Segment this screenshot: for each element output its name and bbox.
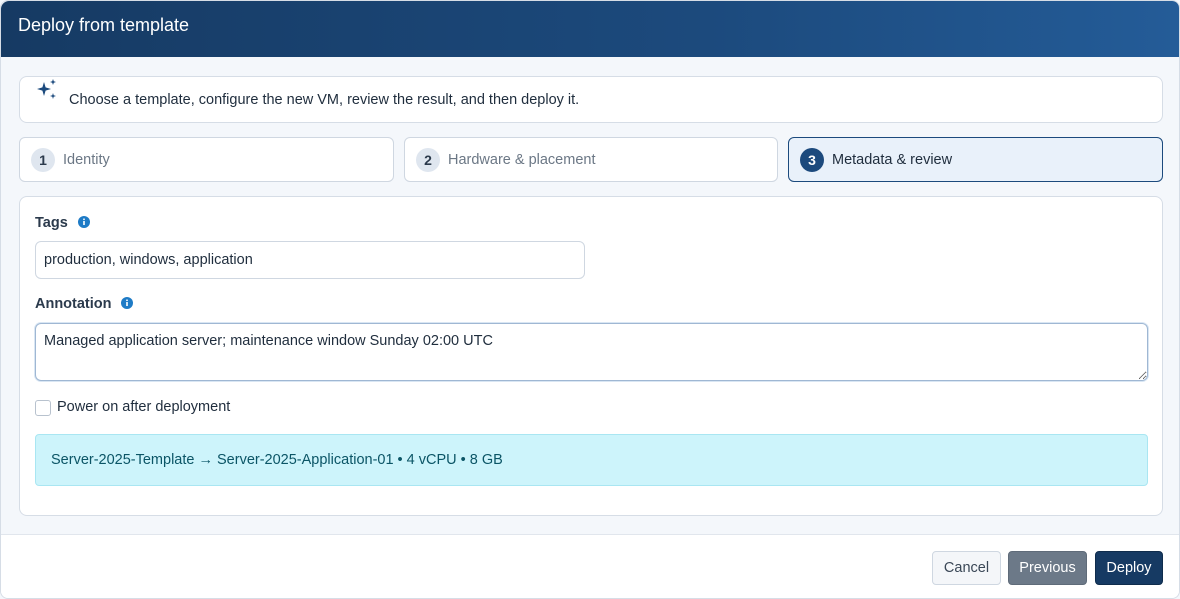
sparkles-icon [37, 79, 56, 99]
metadata-form: Tags Annotation Managed application serv… [19, 196, 1163, 516]
step-number: 2 [416, 148, 440, 172]
step-label: Identity [63, 152, 110, 168]
step-number: 3 [800, 148, 824, 172]
power-on-label[interactable]: Power on after deployment [57, 399, 230, 415]
deployment-summary: Server-2025-Template → Server-2025-Appli… [35, 434, 1148, 486]
step-metadata-review[interactable]: 3 Metadata & review [788, 137, 1163, 182]
dialog-title: Deploy from template [18, 15, 190, 35]
cancel-button[interactable]: Cancel [932, 551, 1001, 585]
previous-button[interactable]: Previous [1008, 551, 1087, 585]
annotation-textarea[interactable]: Managed application server; maintenance … [35, 323, 1148, 381]
dialog-header: Deploy from template [1, 1, 1179, 57]
deploy-dialog: Deploy from template Choose a template, … [0, 0, 1180, 599]
step-number: 1 [31, 148, 55, 172]
dialog-footer: Cancel Previous Deploy [1, 534, 1179, 598]
intro-banner: Choose a template, configure the new VM,… [19, 76, 1163, 123]
summary-text: Server-2025-Template → Server-2025-Appli… [51, 452, 503, 468]
power-on-checkbox[interactable] [35, 400, 51, 416]
tags-input[interactable] [35, 241, 585, 279]
step-label: Metadata & review [832, 152, 953, 168]
deploy-button[interactable]: Deploy [1095, 551, 1163, 585]
annotation-label: Annotation [35, 296, 112, 312]
step-hardware-placement[interactable]: 2 Hardware & placement [404, 137, 778, 182]
info-icon[interactable] [78, 216, 90, 228]
info-icon[interactable] [121, 297, 133, 309]
tags-label: Tags [35, 215, 68, 231]
step-label: Hardware & placement [448, 152, 596, 168]
step-identity[interactable]: 1 Identity [19, 137, 394, 182]
intro-text: Choose a template, configure the new VM,… [69, 92, 580, 108]
